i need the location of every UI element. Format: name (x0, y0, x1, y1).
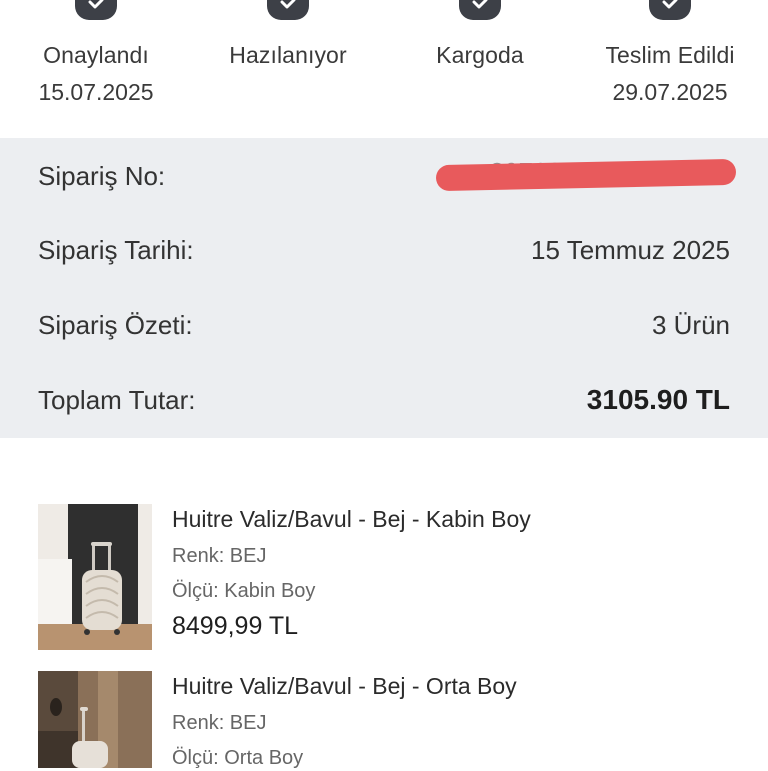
order-total-row: Toplam Tutar: 3105.90 TL (38, 380, 730, 420)
status-step-label: Kargoda (436, 42, 524, 68)
order-summary-label: Sipariş Özeti: (38, 310, 193, 340)
check-icon (459, 0, 501, 20)
check-icon (75, 0, 117, 20)
order-date-label: Sipariş Tarihi: (38, 235, 194, 265)
order-summary-panel: Sipariş No: 30730 Sipariş Tarihi: 15 Tem… (0, 138, 768, 438)
order-total-label: Toplam Tutar: (38, 385, 196, 415)
status-step-label: Hazılanıyor (229, 42, 347, 68)
product-title[interactable]: Huitre Valiz/Bavul - Bej - Orta Boy (172, 671, 732, 701)
status-step-delivered: Teslim Edildi 29.07.2025 (570, 0, 768, 107)
order-summary-value: 3 Ürün (651, 310, 730, 340)
order-number-row: Sipariş No: 30730 (38, 156, 737, 196)
product-price: 8499,99 TL (172, 612, 299, 640)
order-total-value: 3105.90 TL (586, 384, 730, 415)
order-date-value: 15 Temmuz 2025 (531, 235, 730, 265)
product-size: Ölçü: Orta Boy (172, 747, 304, 769)
status-step-date: 29.07.2025 (612, 79, 728, 105)
order-number-label: Sipariş No: (38, 161, 166, 191)
check-icon (267, 0, 309, 20)
product-title[interactable]: Huitre Valiz/Bavul - Bej - Kabin Boy (172, 504, 732, 534)
status-step-preparing: Hazılanıyor (188, 0, 388, 77)
product-info: Huitre Valiz/Bavul - Bej - Orta Boy Renk… (172, 671, 732, 771)
redaction-mark (435, 158, 737, 192)
product-image-medium-suitcase[interactable] (38, 671, 152, 768)
product-item[interactable]: Huitre Valiz/Bavul - Bej - Kabin Boy Ren… (38, 504, 738, 654)
product-color: Renk: BEJ (172, 712, 267, 734)
product-image-cabin-suitcase[interactable] (38, 504, 152, 650)
product-color: Renk: BEJ (172, 545, 267, 567)
status-step-date: 15.07.2025 (38, 79, 154, 105)
order-number-value: 30730 (430, 156, 737, 196)
product-item[interactable]: Huitre Valiz/Bavul - Bej - Orta Boy Renk… (38, 671, 738, 771)
product-info: Huitre Valiz/Bavul - Bej - Kabin Boy Ren… (172, 504, 732, 642)
product-size: Ölçü: Kabin Boy (172, 580, 316, 602)
status-step-approved: Onaylandı 15.07.2025 (0, 0, 196, 107)
status-step-label: Onaylandı (43, 42, 149, 68)
order-date-row: Sipariş Tarihi: 15 Temmuz 2025 (38, 230, 730, 270)
status-step-label: Teslim Edildi (605, 42, 735, 68)
status-step-shipped: Kargoda (380, 0, 580, 77)
order-status-tracker: Onaylandı 15.07.2025 Hazılanıyor Kargoda… (0, 0, 768, 138)
order-summary-row: Sipariş Özeti: 3 Ürün (38, 305, 730, 345)
check-icon (649, 0, 691, 20)
